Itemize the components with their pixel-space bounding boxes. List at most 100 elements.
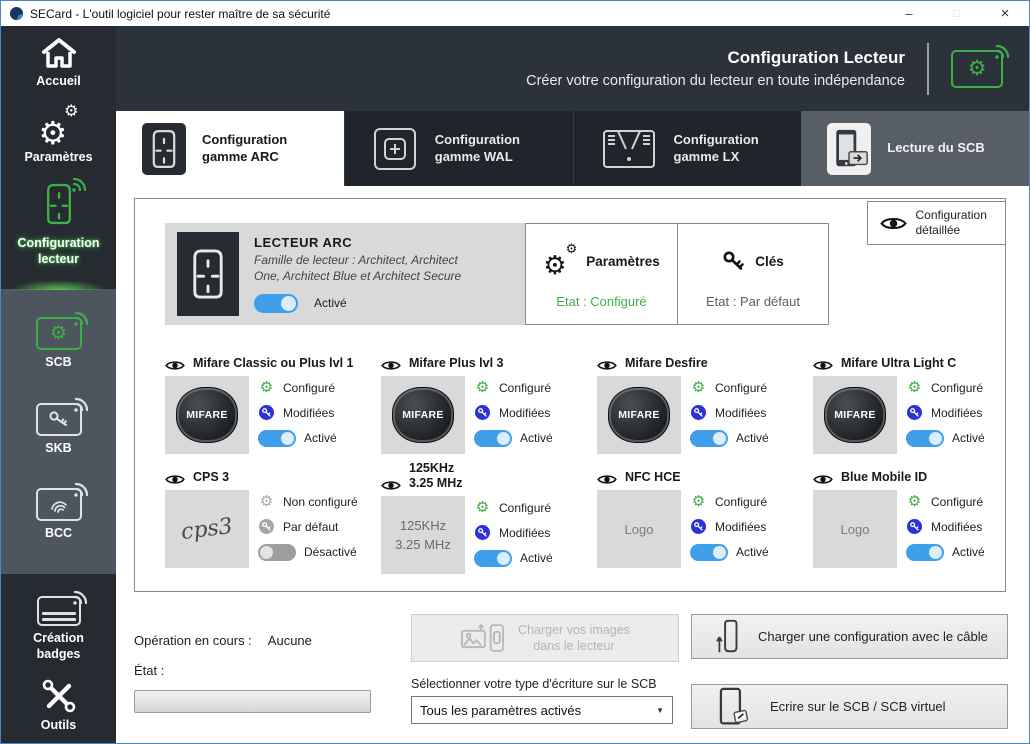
- config-status: Configuré: [931, 381, 983, 395]
- config-status-icon: ⚙: [906, 380, 923, 395]
- enable-toggle[interactable]: [690, 430, 728, 447]
- operation-label: Opération en cours :: [134, 633, 252, 648]
- enable-status: Activé: [736, 431, 769, 445]
- enable-status: Activé: [520, 551, 553, 565]
- eye-icon[interactable]: [597, 474, 617, 485]
- app-icon: [9, 6, 24, 21]
- reader-name: LECTEUR ARC: [254, 235, 484, 250]
- technology-card: Blue Mobile ID Logo ⚙ Configuré: [813, 461, 1019, 575]
- keys-status: Modifiées: [931, 406, 982, 420]
- enable-toggle[interactable]: [258, 430, 296, 447]
- technology-logo: MIFARE: [597, 376, 681, 454]
- config-status-icon: ⚙: [690, 494, 707, 509]
- technology-name: Blue Mobile ID: [841, 470, 927, 485]
- enable-toggle[interactable]: [474, 430, 512, 447]
- lx-reader-icon: [600, 127, 658, 171]
- sidebar-item-skb[interactable]: SKB: [1, 377, 116, 463]
- technology-logo: 125KHz 3.25 MHz: [381, 496, 465, 574]
- sidebar-item-configuration-lecteur[interactable]: Configuration lecteur: [1, 171, 116, 273]
- eye-icon[interactable]: [165, 360, 185, 371]
- keys-status-icon: [906, 519, 923, 534]
- tab-configuration-gamme-lx[interactable]: Configuration gamme LX: [573, 111, 802, 186]
- eye-icon[interactable]: [165, 474, 185, 485]
- parametres-box[interactable]: ⚙⚙ Paramètres Etat : Configuré: [526, 224, 677, 324]
- progress-bar: [134, 690, 371, 713]
- keys-status: Modifiées: [715, 520, 766, 534]
- technology-card: Mifare Plus lvl 3 MIFARE ⚙ Configuré: [381, 347, 587, 461]
- tab-configuration-gamme-arc[interactable]: Configuration gamme ARC: [116, 111, 344, 186]
- badge-card-icon: [37, 596, 81, 626]
- sidebar-item-parametres[interactable]: ⚙⚙ Paramètres: [1, 96, 116, 172]
- eye-icon[interactable]: [813, 474, 833, 485]
- tab-lecture-du-scb[interactable]: Lecture du SCB: [801, 111, 1029, 186]
- window-title: SECard - L'outil logiciel pour rester ma…: [30, 7, 330, 21]
- enable-status: Activé: [736, 545, 769, 559]
- load-images-label: Charger vos images dans le lecteur: [518, 622, 630, 655]
- eye-icon[interactable]: [597, 360, 617, 371]
- operation-value: Aucune: [268, 633, 312, 648]
- technology-name: 125KHz 3.25 MHz: [409, 461, 463, 491]
- sidebar-item-label: Accueil: [36, 74, 80, 90]
- sidebar-item-scb[interactable]: ⚙ SCB: [1, 289, 116, 377]
- params-status: Etat : Configuré: [556, 294, 646, 309]
- technology-card: Mifare Classic ou Plus lvl 1 MIFARE ⚙ Co…: [165, 347, 371, 461]
- enable-toggle[interactable]: [258, 544, 296, 561]
- configuration-detaillee-button[interactable]: Configuration détaillée: [867, 201, 1006, 245]
- eye-icon[interactable]: [381, 480, 401, 491]
- keys-status: Modifiées: [499, 526, 550, 540]
- cable-icon: [714, 618, 740, 656]
- keys-status-icon: [690, 519, 707, 534]
- sidebar: Accueil ⚙⚙ Paramètres Configuration lect…: [1, 26, 116, 743]
- reader-enable-toggle[interactable]: [254, 294, 298, 313]
- keys-status-icon: [474, 405, 491, 420]
- reader-icon: [41, 182, 77, 231]
- sidebar-item-label: SCB: [45, 355, 71, 371]
- page-header: Configuration Lecteur Créer votre config…: [116, 26, 1029, 111]
- config-status: Configuré: [931, 495, 983, 509]
- card-fingerprint-icon: [36, 488, 82, 521]
- sidebar-item-accueil[interactable]: Accueil: [1, 26, 116, 96]
- close-button[interactable]: ×: [981, 1, 1029, 26]
- keys-status-icon: [906, 405, 923, 420]
- enable-toggle[interactable]: [906, 430, 944, 447]
- technology-name: Mifare Desfire: [625, 356, 708, 371]
- active-section-glow: [1, 281, 116, 290]
- eye-icon[interactable]: [813, 360, 833, 371]
- keys-status: Modifiées: [715, 406, 766, 420]
- write-scb-label: Ecrire sur le SCB / SCB virtuel: [770, 699, 946, 714]
- tools-icon: [40, 679, 78, 713]
- config-status: Configuré: [715, 381, 767, 395]
- technology-logo: Logo: [597, 490, 681, 568]
- reader-family: Famille de lecteur : Architect, Architec…: [254, 253, 484, 284]
- enable-toggle[interactable]: [906, 544, 944, 561]
- enable-toggle[interactable]: [474, 550, 512, 567]
- keys-status-icon: [690, 405, 707, 420]
- dropdown-arrow-icon: ▼: [656, 706, 664, 715]
- phone-scb-icon: [827, 123, 871, 175]
- config-status: Non configuré: [283, 495, 358, 509]
- sidebar-item-label: Création badges: [33, 631, 84, 662]
- minimize-button[interactable]: –: [885, 1, 933, 26]
- reader-enable-label: Activé: [314, 296, 347, 310]
- maximize-button[interactable]: □: [933, 1, 981, 26]
- technology-name: Mifare Classic ou Plus lvl 1: [193, 356, 353, 371]
- enable-status: Activé: [952, 431, 985, 445]
- sidebar-item-outils[interactable]: Outils: [1, 668, 116, 740]
- tab-configuration-gamme-wal[interactable]: Configuration gamme WAL: [344, 111, 573, 186]
- write-scb-button[interactable]: Ecrire sur le SCB / SCB virtuel: [691, 684, 1008, 729]
- sidebar-item-bcc[interactable]: BCC: [1, 462, 116, 548]
- eye-icon[interactable]: [381, 360, 401, 371]
- keys-status: Modifiées: [283, 406, 334, 420]
- sidebar-item-label: BCC: [45, 526, 72, 542]
- technology-name: Mifare Plus lvl 3: [409, 356, 503, 371]
- header-divider: [927, 43, 929, 95]
- technology-logo: MIFARE: [381, 376, 465, 454]
- load-images-button[interactable]: Charger vos images dans le lecteur: [411, 614, 679, 662]
- sidebar-item-label: Configuration lecteur: [18, 236, 100, 267]
- write-type-select[interactable]: Tous les paramètres activés ▼: [411, 696, 673, 724]
- load-cable-button[interactable]: Charger une configuration avec le câble: [691, 614, 1008, 659]
- cles-box[interactable]: Clés Etat : Par défaut: [677, 224, 828, 324]
- enable-toggle[interactable]: [690, 544, 728, 561]
- sidebar-item-creation-badges[interactable]: Création badges: [1, 574, 116, 668]
- keys-status-icon: [258, 405, 275, 420]
